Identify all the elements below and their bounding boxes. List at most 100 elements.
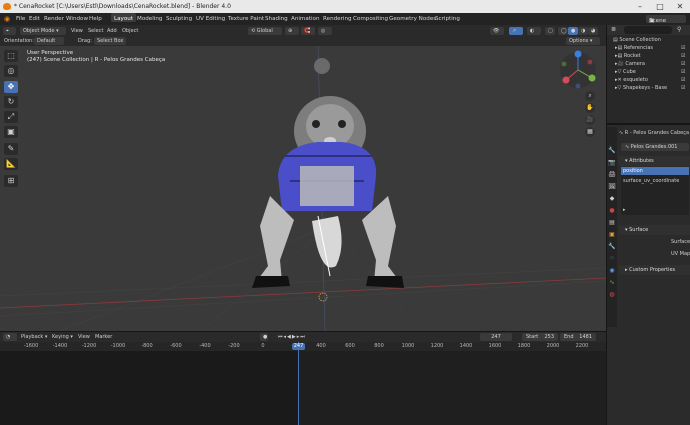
- drag-dropdown[interactable]: Select Box: [94, 37, 126, 45]
- view-object-types-icon[interactable]: 👁: [490, 27, 504, 35]
- maximize-icon[interactable]: □: [650, 0, 670, 13]
- scene-selector[interactable]: ▣ Scene: [646, 15, 686, 24]
- select-box-tool-icon[interactable]: ⬚: [4, 50, 18, 62]
- mode-dropdown[interactable]: Object Mode ▾: [20, 27, 66, 35]
- playhead-label[interactable]: 247: [292, 343, 305, 350]
- menu-render[interactable]: Render: [44, 13, 64, 25]
- outliner-root[interactable]: ▤ Scene Collection: [613, 36, 661, 44]
- xray-toggle-icon[interactable]: ▢: [545, 27, 555, 35]
- tab-texture-paint[interactable]: Texture Paint: [225, 13, 267, 22]
- rocket-character[interactable]: [252, 58, 404, 288]
- collection-tab-icon[interactable]: ▤: [608, 219, 616, 227]
- editor-type-button[interactable]: ⌖: [3, 27, 16, 35]
- shading-solid-icon[interactable]: ●: [568, 27, 578, 35]
- shading-wireframe-icon[interactable]: ◯: [558, 27, 568, 35]
- close-icon[interactable]: ✕: [670, 0, 690, 13]
- transform-tool-icon[interactable]: ▣: [4, 126, 18, 138]
- attribute-item-uv[interactable]: surface_uv_coordinate: [621, 177, 689, 185]
- outliner-type-icon[interactable]: ≣: [611, 26, 616, 33]
- end-frame-field[interactable]: End 1481: [560, 333, 596, 341]
- rotate-tool-icon[interactable]: ↻: [4, 96, 18, 108]
- options-dropdown[interactable]: Options ▾: [566, 37, 600, 45]
- proportional-icon[interactable]: ◎: [318, 27, 332, 35]
- current-frame-field[interactable]: 247: [480, 333, 512, 341]
- menu-select[interactable]: Select: [88, 27, 103, 35]
- tab-sculpting[interactable]: Sculpting: [163, 13, 195, 22]
- timeline-editor-icon[interactable]: ◔: [3, 333, 17, 341]
- 3d-viewport[interactable]: [0, 46, 606, 331]
- tab-compositing[interactable]: Compositing: [350, 13, 391, 22]
- tool-tab-icon[interactable]: 🔧: [608, 147, 616, 155]
- timeline-menu-keying[interactable]: Keying ▾: [52, 333, 73, 341]
- pan-icon[interactable]: ✋: [585, 103, 595, 113]
- tab-modeling[interactable]: Modeling: [134, 13, 165, 22]
- timeline-menu-marker[interactable]: Marker: [95, 333, 112, 341]
- playback-controls[interactable]: ⏮◂◀▶▸⏭: [278, 333, 306, 341]
- shading-rendered-icon[interactable]: ◕: [588, 27, 598, 35]
- menu-object[interactable]: Object: [122, 27, 138, 35]
- view-layer-tab-icon[interactable]: 🖼: [608, 183, 616, 191]
- menu-file[interactable]: File: [16, 13, 25, 25]
- timeline-menu-view[interactable]: View: [78, 333, 90, 341]
- outliner-item-esqueleto[interactable]: ▸✕ esqueleto: [615, 76, 648, 84]
- tab-uv-editing[interactable]: UV Editing: [193, 13, 228, 22]
- menu-help[interactable]: Help: [89, 13, 102, 25]
- gizmo-toggle-icon[interactable]: ↗: [509, 27, 523, 35]
- auto-key-icon[interactable]: ●: [260, 333, 268, 341]
- annotate-tool-icon[interactable]: ✎: [4, 143, 18, 155]
- transform-orientation-dropdown[interactable]: ⟲ Global: [248, 27, 282, 35]
- outliner-item-shapekeys[interactable]: ▸▽ Shapekeys - Base: [615, 84, 667, 92]
- overlay-toggle-icon[interactable]: ◐: [527, 27, 541, 35]
- modifier-tab-icon[interactable]: 🔧: [608, 243, 616, 251]
- outliner-search-input[interactable]: [624, 26, 672, 34]
- pivot-icon[interactable]: ⊕: [285, 27, 299, 35]
- physics-tab-icon[interactable]: ◉: [608, 267, 616, 275]
- outliner-item-camera[interactable]: ▸🎥 Camera: [615, 60, 645, 68]
- menu-edit[interactable]: Edit: [29, 13, 40, 25]
- surface-section[interactable]: ▾ Surface: [619, 225, 690, 235]
- menu-add[interactable]: Add: [107, 27, 117, 35]
- render-tab-icon[interactable]: 📷: [608, 159, 616, 167]
- tab-scripting[interactable]: Scripting: [432, 13, 463, 22]
- blender-menu-icon[interactable]: ◉: [4, 13, 10, 25]
- attribute-item-position[interactable]: position: [621, 167, 689, 175]
- cursor-tool-icon[interactable]: ◎: [4, 65, 18, 77]
- attributes-section[interactable]: ▾ Attributes: [619, 156, 690, 166]
- ortho-toggle-icon[interactable]: ▦: [585, 127, 595, 137]
- tab-layout[interactable]: Layout: [111, 13, 137, 22]
- start-frame-field[interactable]: Start 253: [522, 333, 558, 341]
- object-tab-icon[interactable]: ▣: [608, 231, 616, 239]
- outliner-item-cube[interactable]: ▸▽ Cube: [615, 68, 636, 76]
- particles-tab-icon[interactable]: ⁘: [608, 255, 616, 263]
- playhead-line[interactable]: [298, 342, 299, 425]
- move-tool-icon[interactable]: ✥: [4, 81, 18, 93]
- visibility-toggles[interactable]: ☑ ☑ ☑ ☑ ☑ ☑: [681, 44, 685, 92]
- world-tab-icon[interactable]: ●: [608, 207, 616, 215]
- menu-window[interactable]: Window: [66, 13, 88, 25]
- scale-tool-icon[interactable]: ⤢: [4, 111, 18, 123]
- snap-icon[interactable]: 🧲: [301, 27, 315, 35]
- timeline-area[interactable]: [0, 351, 606, 425]
- add-cube-tool-icon[interactable]: ⊞: [4, 175, 18, 187]
- measure-tool-icon[interactable]: 📐: [4, 158, 18, 170]
- timeline-menu-playback[interactable]: Playback ▾: [21, 333, 47, 341]
- tab-shading[interactable]: Shading: [262, 13, 291, 22]
- camera-view-icon[interactable]: 🎥: [585, 115, 595, 125]
- outliner-item-rocket[interactable]: ▸▤ Rocket: [615, 52, 641, 60]
- shading-material-icon[interactable]: ◑: [578, 27, 588, 35]
- tab-animation[interactable]: Animation: [288, 13, 323, 22]
- outliner-item-referencias[interactable]: ▸▤ Referencias: [615, 44, 653, 52]
- output-tab-icon[interactable]: 🖨: [608, 171, 616, 179]
- menu-view[interactable]: View: [71, 27, 83, 35]
- scene-tab-icon[interactable]: ◆: [608, 195, 616, 203]
- orientation-dropdown[interactable]: Default: [34, 37, 64, 45]
- zoom-icon[interactable]: ⌕: [585, 91, 595, 101]
- data-tab-icon[interactable]: ∿: [608, 279, 616, 287]
- data-name-field[interactable]: ∿ Pelos Grandes.001: [621, 143, 689, 151]
- minimize-icon[interactable]: –: [630, 0, 650, 13]
- expand-icon[interactable]: ▸: [623, 207, 626, 213]
- navigation-gizmo[interactable]: [558, 50, 598, 90]
- filter-icon[interactable]: ⚲: [677, 26, 681, 33]
- material-tab-icon[interactable]: ◍: [608, 291, 616, 299]
- custom-properties-section[interactable]: ▸ Custom Properties: [619, 265, 690, 275]
